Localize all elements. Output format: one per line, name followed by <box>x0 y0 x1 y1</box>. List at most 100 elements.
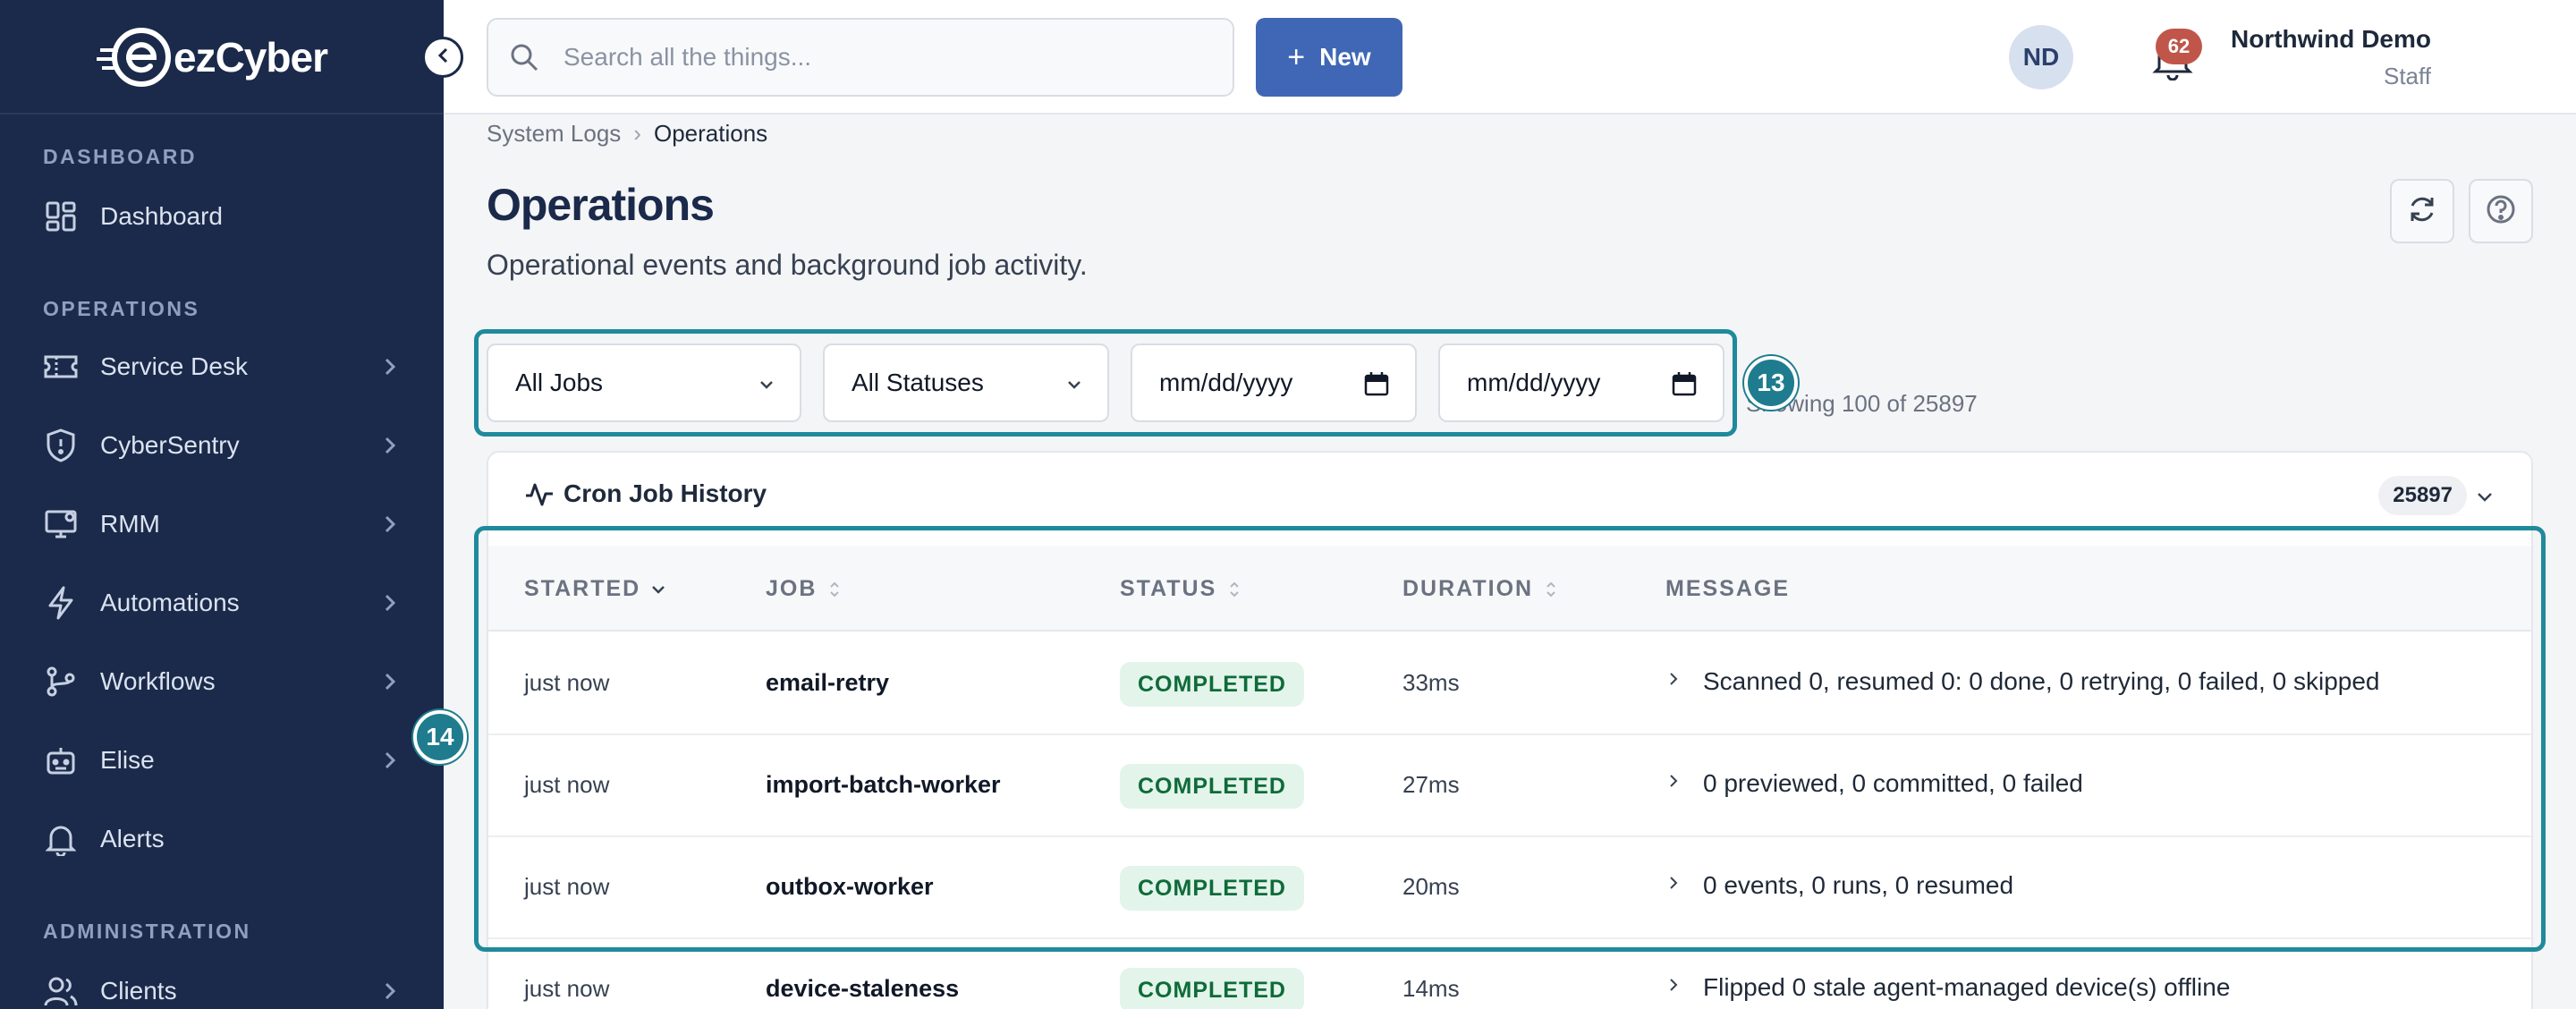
chevron-down-icon[interactable] <box>2474 487 2496 508</box>
section-label-administration: ADMINISTRATION <box>43 920 251 943</box>
refresh-button[interactable] <box>2390 179 2454 243</box>
avatar[interactable]: ND <box>2009 25 2073 89</box>
breadcrumb-operations: Operations <box>653 120 768 147</box>
help-button[interactable] <box>2469 179 2533 243</box>
brand-name: ezCyber <box>174 34 328 81</box>
column-started[interactable]: STARTED <box>524 576 665 602</box>
sidebar-item-label: Dashboard <box>100 202 223 230</box>
bell-icon <box>43 821 79 857</box>
started-cell: just now <box>524 771 610 798</box>
status-badge: COMPLETED <box>1120 866 1304 911</box>
chevron-right-icon <box>379 671 401 692</box>
sidebar-item-workflows[interactable]: Workflows <box>43 655 401 708</box>
chevron-right-icon[interactable] <box>1667 975 1683 996</box>
sidebar-item-elise[interactable]: Elise <box>43 733 401 787</box>
table-header: STARTED JOB STATUS DURATION MESSAGE <box>488 546 2531 632</box>
section-label-dashboard: DASHBOARD <box>43 145 197 168</box>
job-cell: outbox-worker <box>766 873 934 900</box>
dashboard-grid-icon <box>43 199 79 234</box>
chevron-right-icon[interactable] <box>1667 873 1683 895</box>
breadcrumb-system-logs[interactable]: System Logs <box>487 120 621 148</box>
status-badge: COMPLETED <box>1120 764 1304 809</box>
top-bar: Search all the things... + New Northwind… <box>444 0 2576 114</box>
chevron-right-icon <box>379 750 401 771</box>
chevron-right-icon[interactable] <box>1667 669 1683 691</box>
column-label: JOB <box>766 576 818 601</box>
page-subtitle: Operational events and background job ac… <box>487 249 1088 281</box>
sidebar-item-label: RMM <box>100 510 160 538</box>
column-label: STARTED <box>524 576 641 601</box>
lightning-icon <box>43 585 79 621</box>
sidebar-item-rmm[interactable]: RMM <box>43 497 401 551</box>
refresh-icon <box>2407 194 2437 229</box>
sidebar-item-label: Alerts <box>100 825 165 852</box>
sort-icon <box>827 579 842 600</box>
chevron-right-icon <box>379 980 401 1002</box>
notifications-badge: 62 <box>2156 29 2202 64</box>
message-cell: Scanned 0, resumed 0: 0 done, 0 retrying… <box>1703 667 2380 695</box>
job-count-badge: 25897 <box>2378 476 2467 515</box>
monitor-icon <box>43 506 79 542</box>
breadcrumb: System Logs › Operations <box>487 120 767 148</box>
activity-icon <box>524 479 555 510</box>
job-cell: device-staleness <box>766 975 960 1002</box>
sidebar-item-label: Workflows <box>100 667 216 695</box>
brand-logo[interactable]: ezCyber <box>97 23 328 91</box>
started-cell: just now <box>524 873 610 900</box>
help-circle-icon <box>2486 194 2516 229</box>
filters-highlight <box>474 329 1737 437</box>
chevron-right-icon[interactable] <box>1667 771 1683 793</box>
page-title: Operations <box>487 180 715 230</box>
column-job[interactable]: JOB <box>766 576 842 602</box>
sidebar-collapse-button[interactable] <box>422 37 463 78</box>
chevron-left-icon <box>436 47 449 69</box>
new-button[interactable]: + New <box>1256 18 1402 97</box>
sidebar-item-label: Service Desk <box>100 352 248 380</box>
sidebar-item-label: Elise <box>100 746 155 774</box>
sidebar-item-clients[interactable]: Clients <box>43 964 401 1009</box>
sort-desc-icon <box>651 579 665 600</box>
card-header[interactable]: Cron Job History 25897 <box>488 453 2531 538</box>
user-name: Northwind Demo <box>2231 25 2431 53</box>
sidebar-item-label: Clients <box>100 977 177 1005</box>
sidebar: ezCyber DASHBOARD Dashboard OPERATIONS S… <box>0 0 444 1009</box>
card-title: Cron Job History <box>564 479 767 507</box>
ticket-icon <box>43 349 79 385</box>
table-row[interactable]: just now outbox-worker COMPLETED 20ms 0 … <box>488 837 2531 939</box>
sidebar-item-cybersentry[interactable]: CyberSentry <box>43 419 401 472</box>
chevron-right-icon <box>379 435 401 456</box>
annotation-marker-14: 14 <box>413 710 467 764</box>
sidebar-item-service-desk[interactable]: Service Desk <box>43 340 401 394</box>
duration-cell: 14ms <box>1402 975 1460 1002</box>
sidebar-item-label: Automations <box>100 589 240 616</box>
duration-cell: 27ms <box>1402 771 1460 798</box>
sidebar-item-automations[interactable]: Automations <box>43 576 401 630</box>
started-cell: just now <box>524 669 610 696</box>
column-label: STATUS <box>1120 576 1217 601</box>
table-row[interactable]: just now email-retry COMPLETED 33ms Scan… <box>488 633 2531 735</box>
chevron-right-icon <box>379 513 401 535</box>
job-cell: email-retry <box>766 669 890 696</box>
sidebar-item-label: CyberSentry <box>100 431 240 459</box>
sort-icon <box>1227 579 1241 600</box>
column-duration[interactable]: DURATION <box>1402 576 1558 602</box>
logo-mark-icon <box>97 25 179 89</box>
sidebar-item-dashboard[interactable]: Dashboard <box>43 190 401 243</box>
plus-icon: + <box>1287 39 1306 74</box>
search-placeholder: Search all the things... <box>564 43 812 71</box>
robot-icon <box>43 742 79 778</box>
status-badge: COMPLETED <box>1120 662 1304 707</box>
message-cell: Flipped 0 stale agent-managed device(s) … <box>1703 973 2231 1001</box>
column-status[interactable]: STATUS <box>1120 576 1241 602</box>
sidebar-item-alerts[interactable]: Alerts <box>43 812 401 866</box>
annotation-marker-13: 13 <box>1744 356 1798 410</box>
table-row[interactable]: just now import-batch-worker COMPLETED 2… <box>488 735 2531 837</box>
message-cell: 0 events, 0 runs, 0 resumed <box>1703 871 2014 899</box>
users-icon <box>43 973 79 1009</box>
search-icon <box>508 41 540 73</box>
sort-icon <box>1544 579 1558 600</box>
user-role: Staff <box>2383 63 2431 89</box>
table-row[interactable]: just now device-staleness COMPLETED 14ms… <box>488 939 2531 1009</box>
status-badge: COMPLETED <box>1120 968 1304 1009</box>
search-input[interactable]: Search all the things... <box>487 18 1234 97</box>
